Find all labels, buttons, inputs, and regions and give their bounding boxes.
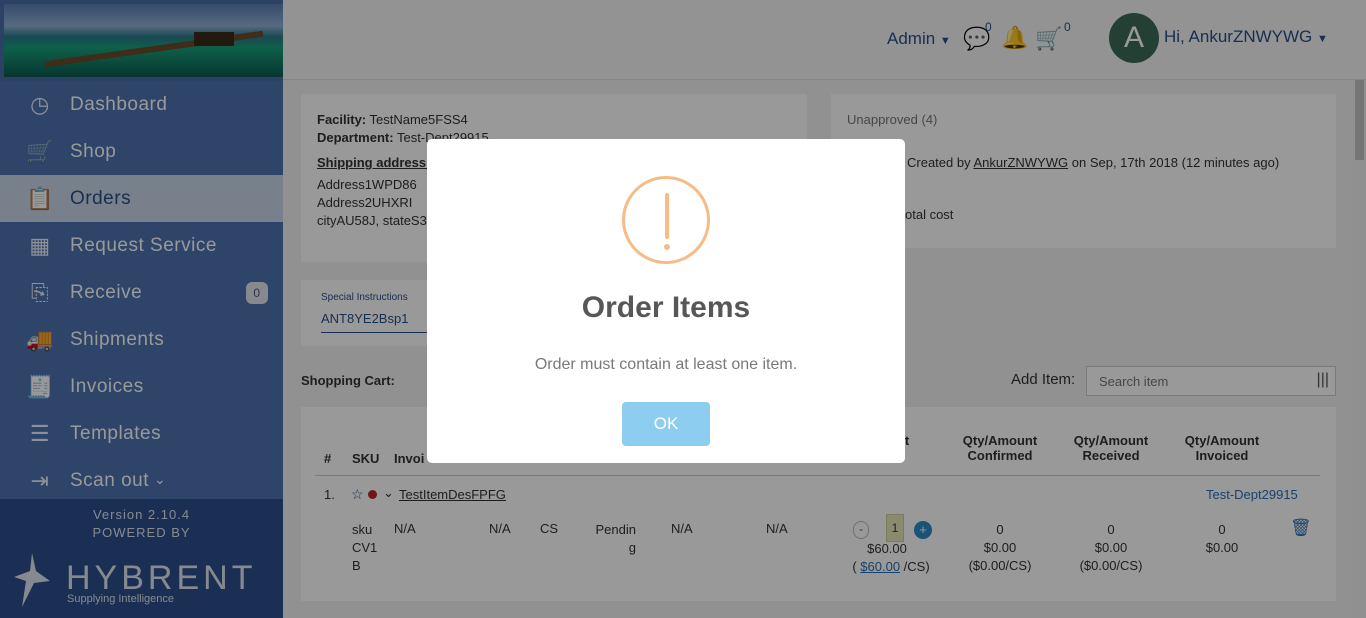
modal-title: Order Items: [581, 291, 751, 324]
warning-icon: [622, 176, 710, 264]
alert-modal: Order Items Order must contain at least …: [427, 139, 905, 463]
modal-message: Order must contain at least one item.: [534, 356, 798, 373]
ok-button[interactable]: OK: [622, 402, 710, 446]
